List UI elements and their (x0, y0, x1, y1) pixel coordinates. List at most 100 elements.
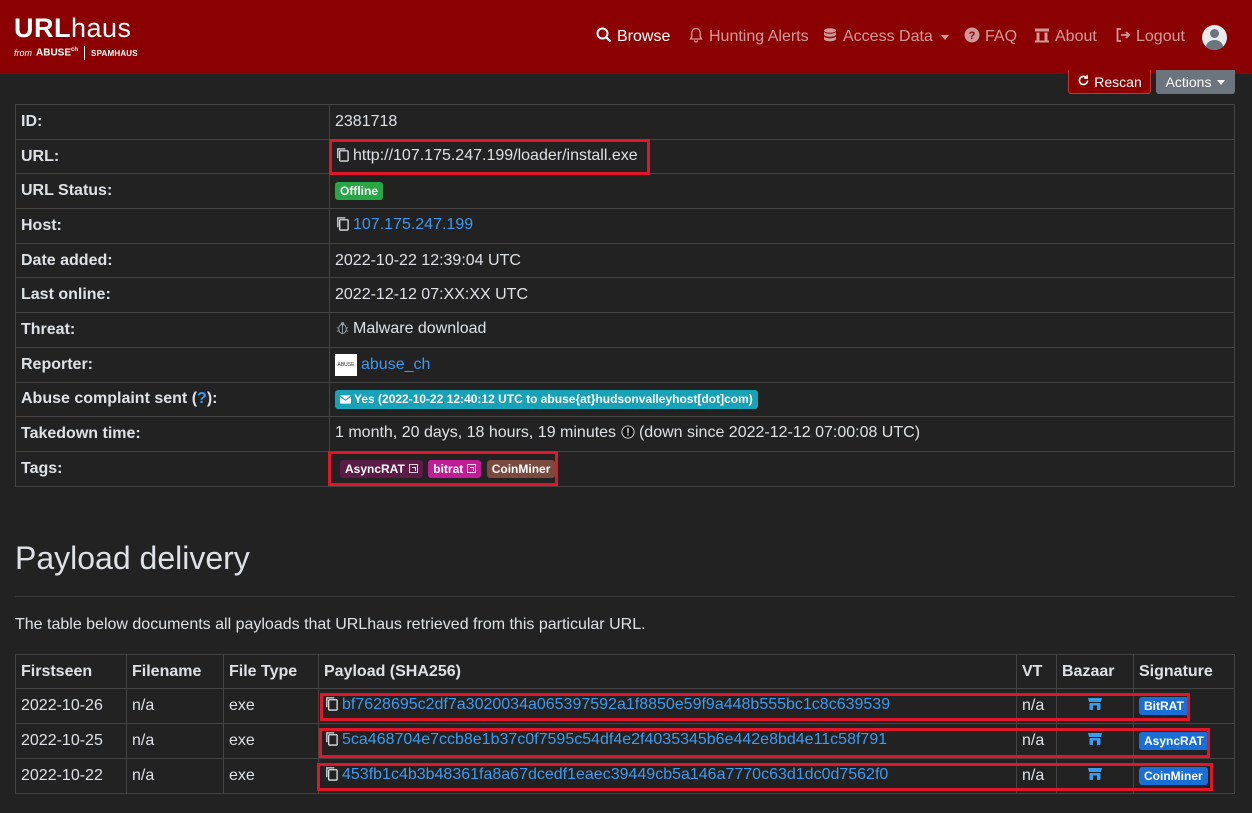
last-online-value: 2022-12-12 07:XX:XX UTC (329, 277, 1235, 314)
reporter-avatar: ABUSE (335, 353, 357, 376)
brand-title: URLhaus (14, 13, 132, 43)
info-row-status: URL Status: Offline (15, 173, 1235, 210)
nav-about[interactable]: About (1034, 24, 1097, 50)
store-icon[interactable] (1087, 697, 1103, 716)
vt-cell: n/a (1016, 758, 1057, 794)
last-online-label: Last online: (15, 277, 330, 314)
search-icon (596, 27, 612, 48)
signature-badge[interactable]: BitRAT (1139, 697, 1189, 715)
info-row-host: Host: 107.175.247.199 (15, 208, 1235, 244)
store-icon[interactable] (1087, 732, 1103, 751)
table-row: 2022-10-25 n/a exe 5ca468704e7ccb8e1b37c… (15, 723, 1235, 759)
copy-icon[interactable] (335, 147, 350, 167)
filename-cell: n/a (126, 758, 224, 794)
col-filetype[interactable]: File Type (223, 654, 319, 689)
url-label: URL: (15, 138, 330, 175)
section-divider (15, 596, 1235, 597)
threat-value: Malware download (353, 319, 487, 337)
table-row: 2022-10-22 n/a exe 453fb1c4b3b48361fa8a6… (15, 758, 1235, 794)
col-filename[interactable]: Filename (126, 654, 224, 689)
takedown-value: 1 month, 20 days, 18 hours, 19 minutes (335, 424, 617, 442)
envelope-icon (339, 393, 352, 407)
table-row: 2022-10-26 n/a exe bf7628695c2df7a302003… (15, 688, 1235, 724)
status-badge: Offline (335, 182, 383, 201)
url-value: http://107.175.247.199/loader/install.ex… (353, 146, 638, 164)
payload-table: Firstseen Filename File Type Payload (SH… (15, 654, 1235, 794)
info-row-threat: Threat: Malware download (15, 312, 1235, 348)
takedown-note: (down since 2022-12-12 07:00:08 UTC) (638, 424, 921, 442)
status-label: URL Status: (15, 173, 330, 210)
payload-delivery-heading: Payload delivery (15, 540, 250, 576)
tag-coinminer[interactable]: CoinMiner (486, 459, 556, 478)
firstseen-cell: 2022-10-25 (15, 723, 127, 759)
info-row-reporter: Reporter: ABUSE abuse_ch (15, 346, 1235, 383)
id-label: ID: (15, 104, 330, 140)
svg-text:?: ? (969, 30, 976, 42)
copy-icon[interactable] (324, 766, 339, 786)
col-vt[interactable]: VT (1016, 654, 1057, 689)
date-added-label: Date added: (15, 242, 330, 279)
info-row-id: ID: 2381718 (15, 104, 1235, 140)
copy-icon[interactable] (324, 696, 339, 716)
nav-faq[interactable]: ? FAQ (964, 24, 1017, 50)
abuse-help-link[interactable]: ? (197, 390, 207, 407)
bank-icon (1034, 27, 1050, 48)
tag-bitrat[interactable]: bitrat (428, 459, 482, 478)
external-link-icon (408, 464, 418, 474)
firstseen-cell: 2022-10-26 (15, 688, 127, 724)
bug-icon (335, 320, 350, 340)
abuse-complaint-badge: Yes (2022-10-22 12:40:12 UTC to abuse{at… (335, 389, 758, 409)
copy-icon[interactable] (335, 216, 350, 236)
info-row-url: URL: http://107.175.247.199/loader/insta… (15, 138, 1235, 175)
col-bazaar[interactable]: Bazaar (1056, 654, 1134, 689)
filetype-cell: exe (223, 688, 319, 724)
chevron-down-icon (940, 34, 949, 40)
host-link[interactable]: 107.175.247.199 (353, 216, 473, 233)
col-firstseen[interactable]: Firstseen (15, 654, 127, 689)
avatar[interactable] (1202, 25, 1227, 50)
nav-hunting-alerts[interactable]: Hunting Alerts (688, 24, 809, 50)
info-row-abuse-complaint: Abuse complaint sent (?): Yes (2022-10-2… (15, 381, 1235, 418)
external-link-icon (467, 464, 477, 474)
reporter-label: Reporter: (15, 346, 330, 383)
bell-icon (688, 27, 704, 48)
nav-browse[interactable]: Browse (596, 24, 670, 50)
rescan-button[interactable]: Rescan (1068, 70, 1151, 94)
payload-description: The table below documents all payloads t… (15, 616, 646, 633)
filename-cell: n/a (126, 688, 224, 724)
url-info-table: ID: 2381718 URL: http://107.175.247.199/… (15, 104, 1235, 487)
brand-logo[interactable]: URLhaus from ABUSEch SPAMHAUS (14, 12, 138, 60)
sha256-link[interactable]: bf7628695c2df7a3020034a065397592a1f8850e… (342, 696, 890, 713)
signature-badge[interactable]: AsyncRAT (1139, 732, 1209, 750)
filetype-cell: exe (223, 723, 319, 759)
filetype-cell: exe (223, 758, 319, 794)
host-label: Host: (15, 208, 330, 244)
vt-cell: n/a (1016, 723, 1057, 759)
chevron-down-icon (1217, 79, 1226, 85)
vt-cell: n/a (1016, 688, 1057, 724)
payload-table-header: Firstseen Filename File Type Payload (SH… (15, 654, 1235, 689)
firstseen-cell: 2022-10-22 (15, 758, 127, 794)
signature-badge[interactable]: CoinMiner (1139, 767, 1208, 785)
info-row-last-online: Last online: 2022-12-12 07:XX:XX UTC (15, 277, 1235, 314)
info-row-tags: Tags: AsyncRAT bitrat CoinMiner (15, 450, 1235, 487)
nav-logout[interactable]: Logout (1115, 24, 1185, 50)
info-row-takedown: Takedown time: 1 month, 20 days, 18 hour… (15, 416, 1235, 452)
threat-label: Threat: (15, 312, 330, 348)
takedown-label: Takedown time: (15, 416, 330, 452)
nav-access-data[interactable]: Access Data (822, 24, 949, 50)
actions-dropdown-button[interactable]: Actions (1156, 70, 1235, 94)
question-circle-icon: ? (964, 27, 980, 48)
col-payload-sha256[interactable]: Payload (SHA256) (318, 654, 1017, 689)
logout-icon (1115, 27, 1131, 48)
tag-asyncrat[interactable]: AsyncRAT (340, 459, 423, 478)
info-circle-icon[interactable] (620, 425, 635, 444)
sha256-link[interactable]: 453fb1c4b3b48361fa8a67dcedf1eaec39449cb5… (342, 766, 888, 783)
sha256-link[interactable]: 5ca468704e7ccb8e1b37c0f7595c54df4e2f4035… (342, 731, 887, 748)
reporter-link[interactable]: abuse_ch (361, 356, 430, 373)
database-icon (822, 27, 838, 48)
copy-icon[interactable] (324, 731, 339, 751)
col-signature[interactable]: Signature (1133, 654, 1235, 689)
store-icon[interactable] (1087, 767, 1103, 786)
abuse-complaint-label: Abuse complaint sent (?): (15, 381, 330, 418)
